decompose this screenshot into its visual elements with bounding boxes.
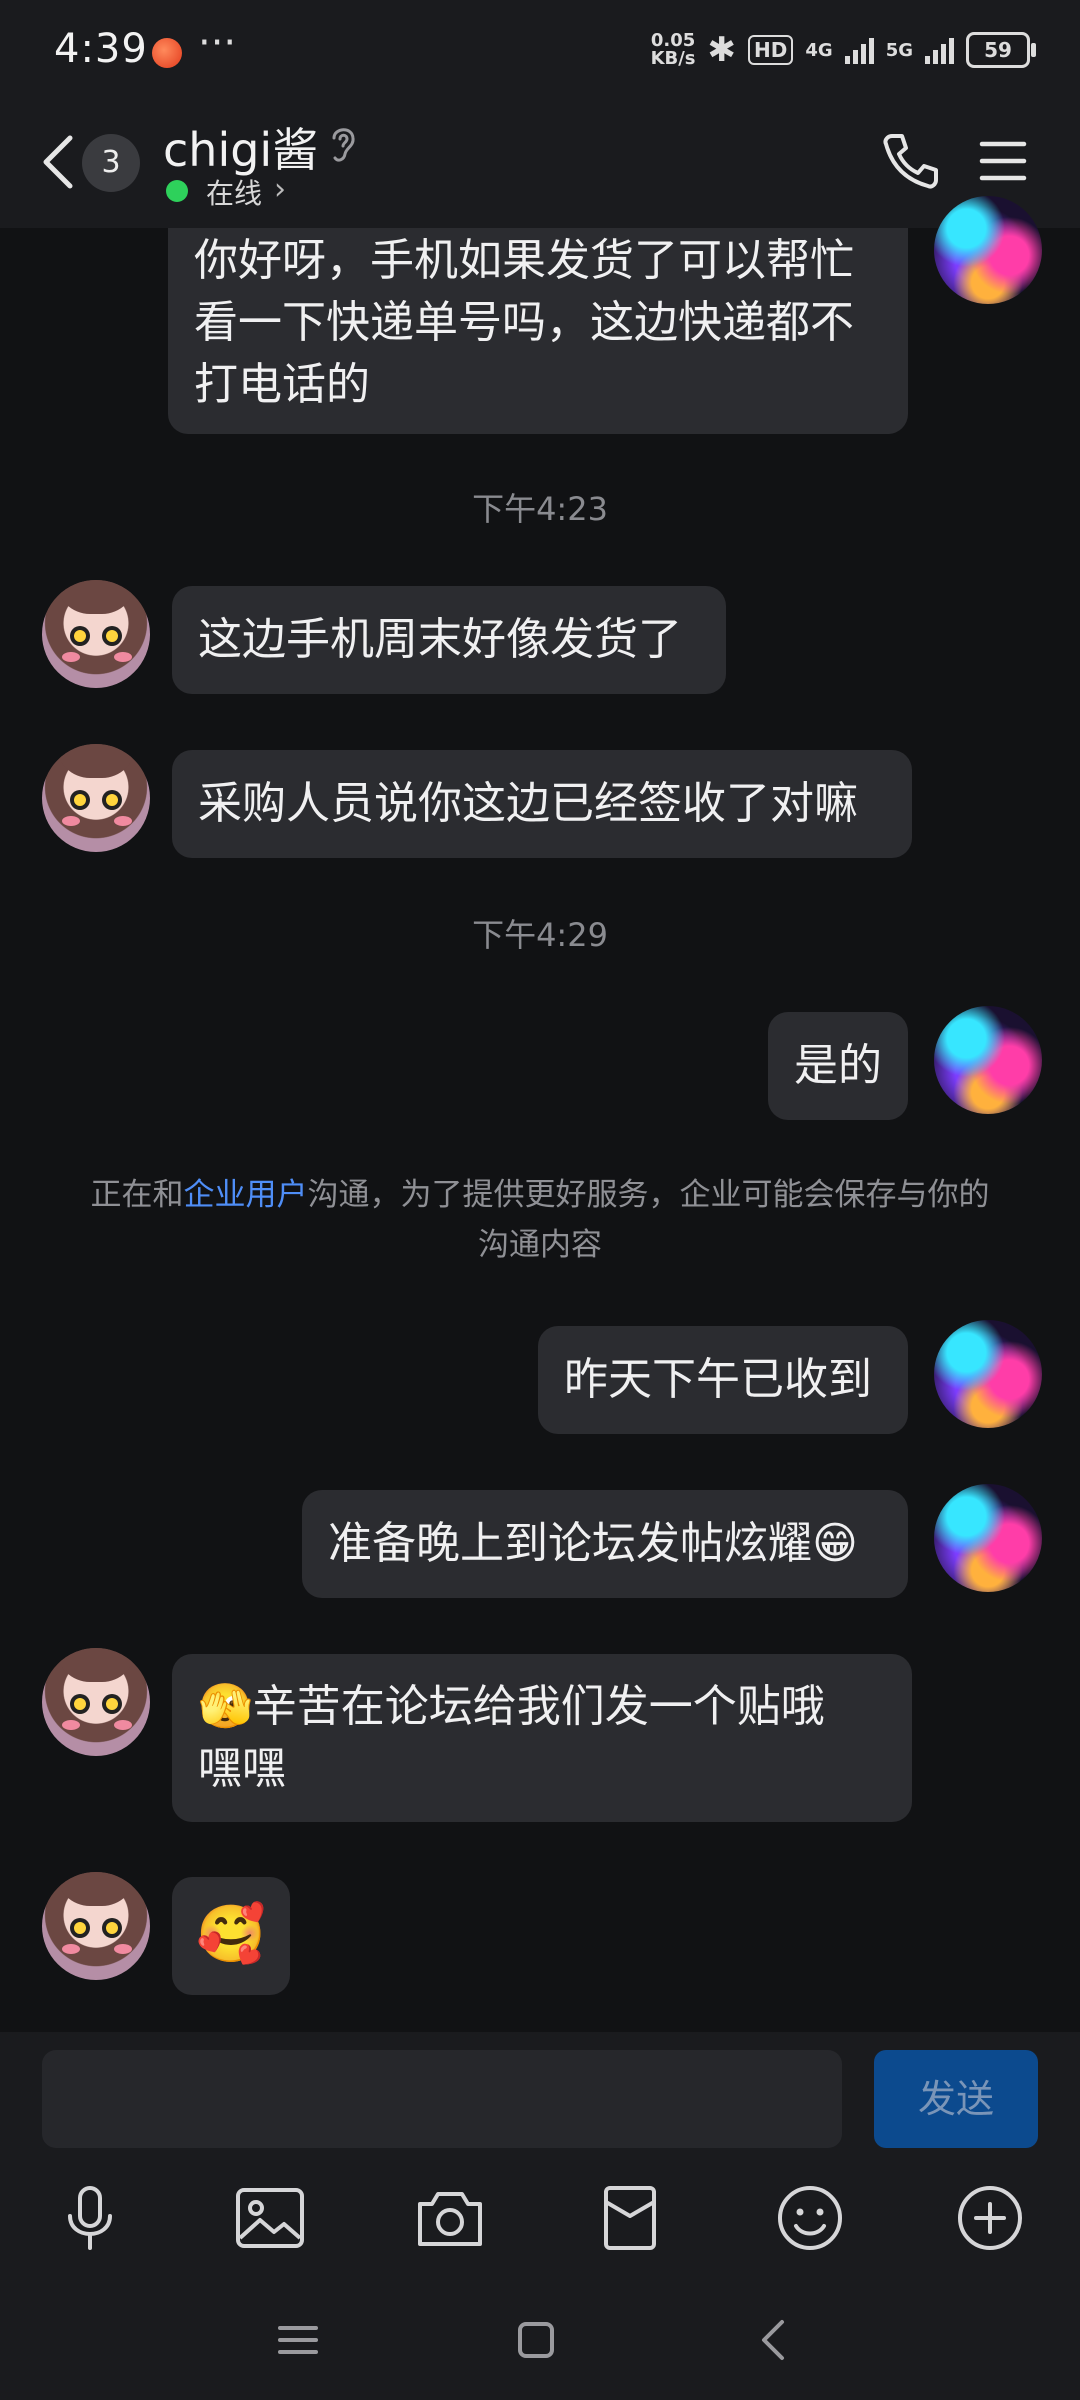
network-5g-label: 5G bbox=[885, 39, 913, 61]
sticker-emoji: 🥰 bbox=[196, 1902, 266, 1967]
timestamp: 下午4:23 bbox=[472, 490, 608, 528]
my-avatar[interactable] bbox=[934, 196, 1042, 304]
contact-avatar[interactable] bbox=[42, 744, 150, 852]
app-notification-icon bbox=[152, 38, 182, 68]
message-text: 准备晚上到论坛发帖炫耀😁 bbox=[328, 1518, 858, 1569]
contact-name[interactable]: chigi酱 bbox=[163, 114, 318, 180]
message-text: 这边手机周末好像发货了 bbox=[198, 614, 682, 665]
network-speed: 0.05 KB/s bbox=[651, 32, 696, 68]
message-bubble-sent[interactable]: 准备晚上到论坛发帖炫耀😁 bbox=[302, 1490, 908, 1598]
message-bubble-received[interactable]: 采购人员说你这边已经签收了对嘛 bbox=[172, 750, 912, 858]
unread-count-badge[interactable]: 3 bbox=[82, 134, 140, 192]
notice-text: 沟通，为了提供更好服务，企业可能会保存与你的 bbox=[307, 1177, 990, 1213]
message-text-line: 嘿嘿 bbox=[198, 1743, 286, 1794]
message-text: 采购人员说你这边已经签收了对嘛 bbox=[198, 778, 858, 829]
status-bar: 4:39 ··· 0.05 KB/s ✱ HD 4G 5G 59 bbox=[0, 0, 1080, 100]
red-packet-icon[interactable] bbox=[592, 2180, 668, 2256]
image-icon[interactable] bbox=[232, 2180, 308, 2256]
notice-text-line2: 沟通内容 bbox=[478, 1227, 602, 1263]
message-bubble-received[interactable]: 🥰 bbox=[172, 1877, 290, 1995]
send-button[interactable]: 发送 bbox=[874, 2050, 1038, 2148]
contact-avatar[interactable] bbox=[42, 580, 150, 688]
message-text-line: 看一下快递单号吗，这边快递都不 bbox=[194, 297, 854, 348]
message-bubble-sent[interactable]: 你好呀，手机如果发货了可以帮忙 看一下快递单号吗，这边快递都不 打电话的 bbox=[168, 228, 908, 434]
hd-voice-icon: HD bbox=[748, 35, 794, 65]
ear-mode-icon[interactable] bbox=[326, 122, 360, 166]
message-text: 昨天下午已收到 bbox=[564, 1354, 872, 1405]
phone-call-button[interactable] bbox=[878, 128, 944, 194]
message-text: 是的 bbox=[794, 1040, 882, 1091]
my-avatar[interactable] bbox=[934, 1484, 1042, 1592]
chat-header: 3 chigi酱 在线 › bbox=[0, 100, 1080, 228]
contact-avatar[interactable] bbox=[42, 1872, 150, 1980]
message-bubble-sent[interactable]: 是的 bbox=[768, 1012, 908, 1120]
status-time: 4:39 bbox=[54, 26, 148, 72]
composer: 发送 bbox=[0, 2032, 1080, 2400]
microphone-icon[interactable] bbox=[52, 2180, 128, 2256]
bluetooth-icon: ✱ bbox=[707, 30, 737, 70]
enterprise-notice: 正在和企业用户沟通，为了提供更好服务，企业可能会保存与你的 沟通内容 bbox=[60, 1170, 1020, 1270]
contact-avatar[interactable] bbox=[42, 1648, 150, 1756]
plus-icon[interactable] bbox=[952, 2180, 1028, 2256]
signal-5g-icon bbox=[925, 36, 954, 64]
more-notifications-icon: ··· bbox=[198, 20, 237, 66]
network-4g-label: 4G bbox=[805, 39, 833, 61]
back-button[interactable] bbox=[38, 132, 78, 192]
signal-4g-icon bbox=[844, 36, 874, 64]
camera-icon[interactable] bbox=[412, 2180, 488, 2256]
online-status-dot bbox=[166, 180, 188, 202]
message-text-line: 你好呀，手机如果发货了可以帮忙 bbox=[194, 235, 854, 286]
message-text-line: 🫣辛苦在论坛给我们发一个贴哦 bbox=[198, 1681, 825, 1732]
message-bubble-received[interactable]: 🫣辛苦在论坛给我们发一个贴哦 嘿嘿 bbox=[172, 1654, 912, 1822]
my-avatar[interactable] bbox=[934, 1320, 1042, 1428]
enterprise-user-link[interactable]: 企业用户 bbox=[184, 1177, 308, 1213]
menu-icon[interactable] bbox=[978, 138, 1028, 184]
network-speed-unit: KB/s bbox=[650, 48, 696, 69]
message-text-line: 打电话的 bbox=[194, 359, 370, 410]
message-bubble-received[interactable]: 这边手机周末好像发货了 bbox=[172, 586, 726, 694]
chevron-right-icon[interactable]: › bbox=[274, 172, 286, 207]
system-back-button[interactable] bbox=[744, 2310, 804, 2370]
system-home-button[interactable] bbox=[506, 2310, 566, 2370]
emoji-icon[interactable] bbox=[772, 2180, 848, 2256]
status-icons: 0.05 KB/s ✱ HD 4G 5G 59 bbox=[651, 30, 1036, 70]
online-status-text[interactable]: 在线 bbox=[206, 172, 262, 212]
my-avatar[interactable] bbox=[934, 1006, 1042, 1114]
notice-prefix: 正在和 bbox=[90, 1177, 184, 1213]
system-menu-button[interactable] bbox=[268, 2310, 328, 2370]
timestamp: 下午4:29 bbox=[472, 916, 608, 954]
message-bubble-sent[interactable]: 昨天下午已收到 bbox=[538, 1326, 908, 1434]
battery-icon: 59 bbox=[966, 32, 1036, 68]
message-input[interactable] bbox=[42, 2050, 842, 2148]
